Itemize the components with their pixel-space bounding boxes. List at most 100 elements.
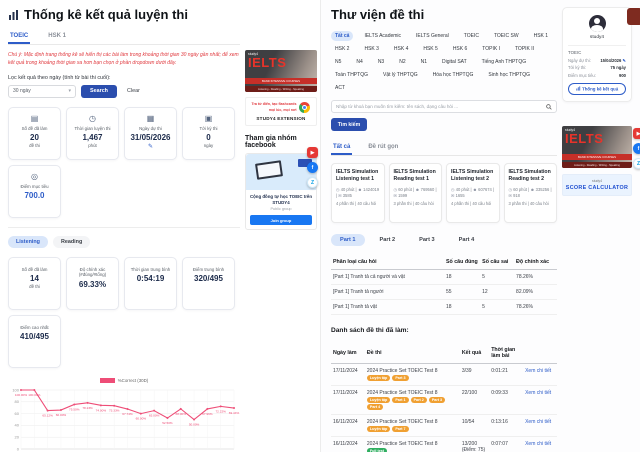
table-row[interactable]: [Part 1] Tranh tả cả người và vật18578.2… <box>331 270 557 285</box>
category-chip[interactable]: Vật lý THPTQG <box>379 70 422 80</box>
table-cell: [Part 1] Tranh tả vật <box>331 300 444 315</box>
table-row: 17/11/20242024 Practice Set TOEIC Test 8… <box>331 364 557 386</box>
view-detail-link[interactable]: Xem chi tiết <box>525 390 551 396</box>
category-chip[interactable]: N2 <box>395 57 409 67</box>
stat-card: Độ chính xác (#đúng/#tổng)69.33% <box>66 257 119 310</box>
category-chip[interactable]: HSK 2 <box>331 44 353 54</box>
svg-text:67.74%: 67.74% <box>122 412 133 416</box>
users-icon: ☻ <box>358 187 363 192</box>
exam-icon: ▣ <box>186 114 231 123</box>
date-range-select[interactable]: 30 ngày ▾ <box>8 85 76 98</box>
stat-card: ▦Ngày dự thi31/05/2026✎ <box>124 107 177 160</box>
category-chip[interactable]: TOEIC SW <box>490 31 523 41</box>
ielts-ad-banner[interactable]: study4 IELTS BAND INTENSIVE COURSES List… <box>562 126 632 168</box>
category-chip[interactable]: Sinh học THPTQG <box>484 70 534 80</box>
table-row[interactable]: [Part 1] Tranh tả vật18578.26% <box>331 300 557 315</box>
category-chip[interactable]: Toán THPTQG <box>331 70 372 80</box>
profile-card: study4 TOEIC Ngày dự thi:15/04/2026 ✎Tới… <box>562 7 632 102</box>
category-chip[interactable]: HSK 1 <box>530 31 552 41</box>
clock-icon: ◷ <box>336 187 341 192</box>
tab-listening[interactable]: Listening <box>8 236 48 248</box>
test-card[interactable]: IELTS Simulation Listening test 1◷ 40 ph… <box>331 163 385 223</box>
test-history-table: Ngày làmĐề thiKết quảThời gian làm bài 1… <box>331 343 557 452</box>
category-chip[interactable]: TOEIC <box>460 31 483 41</box>
search-button[interactable]: Search <box>81 85 117 98</box>
test-card-meta: ◷ 40 phút | ☻ 607674 | ✉ 1655 <box>451 187 495 199</box>
part-pill[interactable]: Part 2 <box>371 234 405 246</box>
category-chip[interactable]: N4 <box>352 57 366 67</box>
extension-ad[interactable]: Tra từ điển, tạo flashcards mọi lúc, mọi… <box>245 97 317 126</box>
category-chip[interactable]: Hóa học THPTQG <box>429 70 478 80</box>
contact-button[interactable]: ▶ <box>633 128 640 139</box>
category-chip[interactable]: TOPIK I <box>478 44 504 54</box>
library-tabs: Tất cả Đề rút gọn <box>331 140 557 156</box>
history-date: 16/11/2024 <box>331 415 365 437</box>
category-chip[interactable]: ACT <box>331 83 349 93</box>
view-detail-link[interactable]: Xem chi tiết <box>525 441 551 447</box>
category-chip[interactable]: N3 <box>374 57 388 67</box>
clock-icon: ◷ <box>70 114 115 123</box>
score-calculator-ad[interactable]: study4 SCORE CALCULATOR <box>562 174 632 196</box>
search-box <box>331 100 557 113</box>
view-detail-link[interactable]: Xem chi tiết <box>525 419 551 425</box>
svg-text:52.50%: 52.50% <box>162 421 173 425</box>
stat-label: Tới kỳ thi <box>186 126 231 132</box>
category-chip[interactable]: HSK 6 <box>449 44 471 54</box>
test-type-badge: Full test <box>367 448 387 452</box>
svg-text:65.12%: 65.12% <box>42 413 53 417</box>
stat-value: 320/495 <box>186 274 231 283</box>
category-chip[interactable]: N5 <box>331 57 345 67</box>
tab-short-tests[interactable]: Đề rút gọn <box>366 140 400 155</box>
edit-icon[interactable]: ✎ <box>621 58 626 63</box>
tab-all-tests[interactable]: Tất cả <box>331 140 352 155</box>
category-chip[interactable]: TOPIK II <box>511 44 538 54</box>
zalo-button[interactable]: Z <box>307 177 318 188</box>
category-chip[interactable]: Digital SAT <box>438 57 471 67</box>
tab-toeic[interactable]: TOEIC <box>8 29 30 44</box>
library-search-input[interactable] <box>336 104 546 109</box>
category-chip[interactable]: HSK 4 <box>390 44 412 54</box>
category-chip[interactable]: IELTS Academic <box>360 31 405 41</box>
column-header: Số câu đúng <box>444 255 480 270</box>
avatar[interactable] <box>589 15 606 32</box>
category-chip[interactable]: HSK 5 <box>419 44 441 54</box>
history-test: 2024 Practice Set TOEIC Test 8 Luyện tập… <box>365 364 460 386</box>
view-detail-link[interactable]: Xem chi tiết <box>525 368 551 374</box>
category-chip[interactable]: Tất cả <box>331 31 353 41</box>
clear-button[interactable]: Clear <box>122 85 145 98</box>
test-card[interactable]: IELTS Simulation Reading test 1◷ 60 phút… <box>389 163 443 223</box>
calendar-icon: ▦ <box>128 114 173 123</box>
facebook-button[interactable]: f <box>307 162 318 173</box>
part-pill[interactable]: Part 3 <box>410 234 444 246</box>
profile-row: Ngày dự thi:15/04/2026 ✎ <box>568 58 626 63</box>
cut-off-widget[interactable] <box>627 8 640 25</box>
tab-hsk1[interactable]: HSK 1 <box>46 29 68 44</box>
edit-icon[interactable]: ✎ <box>128 143 173 150</box>
stats-link-button[interactable]: Thống kê kết quả <box>568 83 626 96</box>
library-search-button[interactable]: Tìm kiếm <box>331 118 367 131</box>
category-chip[interactable]: IELTS General <box>412 31 453 41</box>
messenger-button[interactable]: f <box>633 143 640 154</box>
target-icon: ◎ <box>12 172 57 181</box>
stat-value: 700.0 <box>12 191 57 200</box>
category-chip[interactable]: Tiếng Anh THPTQG <box>478 57 530 67</box>
zalo-button[interactable]: Z <box>633 158 640 169</box>
profile-row-value: 15/04/2026 ✎ <box>600 58 626 63</box>
table-row[interactable]: [Part 1] Tranh tả người551282.09% <box>331 285 557 300</box>
category-chip[interactable]: N1 <box>417 57 431 67</box>
ielts-ad-banner[interactable]: study4 IELTS BAND INTENSIVE COURSES List… <box>245 50 317 92</box>
svg-text:40: 40 <box>15 422 20 427</box>
part-pill[interactable]: Part 1 <box>331 234 365 246</box>
join-group-button[interactable]: Join group <box>250 215 312 225</box>
test-card[interactable]: IELTS Simulation Listening test 2◷ 40 ph… <box>446 163 500 223</box>
history-date: 16/11/2024 <box>331 437 365 452</box>
svg-text:60: 60 <box>15 410 20 415</box>
test-type-badge: Part 4 <box>367 404 383 410</box>
tab-reading[interactable]: Reading <box>53 236 90 248</box>
stat-card: ▤Số đề đã làm20đề thi <box>8 107 61 160</box>
youtube-button[interactable]: ▶ <box>307 147 318 158</box>
part-pill[interactable]: Part 4 <box>450 234 484 246</box>
stat-label: Thời gian trung bình <box>128 267 173 273</box>
test-card[interactable]: IELTS Simulation Reading test 2◷ 60 phút… <box>504 163 558 223</box>
category-chip[interactable]: HSK 3 <box>360 44 382 54</box>
